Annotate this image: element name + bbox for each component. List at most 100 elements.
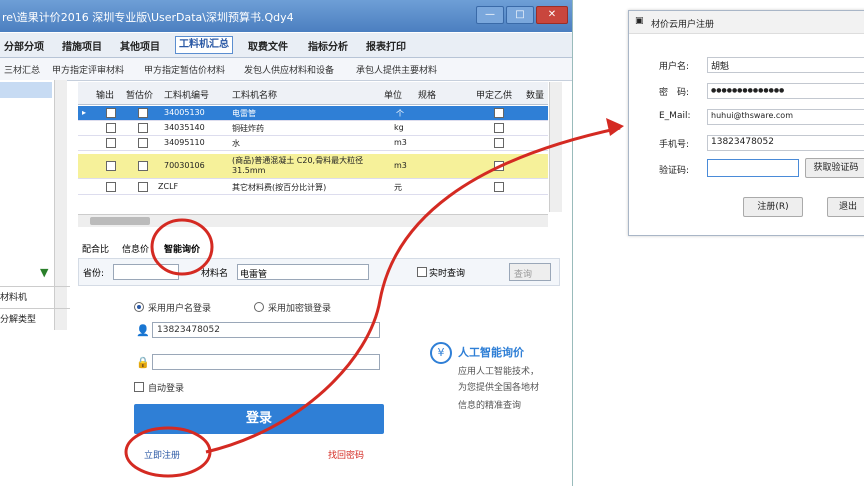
output-checkbox[interactable] (106, 138, 116, 148)
radio-lock-login[interactable] (254, 302, 264, 312)
dialog-password-value: ●●●●●●●●●●●●●● (711, 87, 785, 94)
query-button-label: 查询 (514, 270, 533, 280)
main-window: re\造果计价2016 深圳专业版\UserData\深圳预算书.Qdy4 — … (0, 0, 573, 486)
menu-item-baobiao[interactable]: 报表打印 (366, 38, 406, 53)
dialog-password-input[interactable]: ●●●●●●●●●●●●●● (707, 83, 864, 99)
search-yuan-icon: ¥ (430, 342, 452, 364)
username-value: 13823478052 (157, 325, 220, 335)
col-unit: 单位 (384, 91, 403, 101)
radio-lock-label: 采用加密锁登录 (268, 304, 332, 314)
grid-header: 输出 暂估价 工料机编号 工料机名称 单位 规格 甲定乙供 数量 (78, 82, 548, 105)
estimate-checkbox[interactable] (138, 182, 148, 192)
tab-peihebi[interactable]: 配合比 (82, 242, 109, 255)
tab-xinxijia[interactable]: 信息价 (122, 242, 149, 255)
cell-unit: m3 (394, 161, 407, 170)
register-dialog: ▣ 材价云用户注册 用户名: 胡魁 密 码: ●●●●●●●●●●●●●● E_… (628, 10, 864, 236)
tree-selection (0, 82, 52, 98)
subtab-sancai[interactable]: 三材汇总 (4, 63, 40, 76)
menu-item-qita[interactable]: 其他项目 (120, 38, 160, 53)
col-code: 工料机编号 (164, 91, 210, 101)
cell-name: 其它材料费(按百分比计算) (232, 183, 327, 192)
left-bottom-panel: ▼ 材料机 分解类型 (0, 262, 70, 342)
jiading-checkbox[interactable] (494, 138, 504, 148)
title-bar: re\造果计价2016 深圳专业版\UserData\深圳预算书.Qdy4 — … (0, 0, 572, 32)
password-input[interactable] (152, 354, 380, 370)
register-link[interactable]: 立即注册 (144, 448, 180, 461)
radio-username-login[interactable] (134, 302, 144, 312)
forgot-password-link[interactable]: 找回密码 (328, 448, 364, 461)
auto-login-label: 自动登录 (148, 384, 185, 394)
table-row[interactable]: 34035140 铜硅炸药 kg (78, 121, 548, 136)
province-label: 省份: (83, 269, 105, 279)
dialog-email-input[interactable]: huhui@thsware.com (707, 109, 864, 125)
table-row[interactable]: 70030106 (商品)普通混凝土 C20,骨料最大粒径31.5mm m3 (78, 154, 548, 179)
estimate-checkbox[interactable] (138, 161, 148, 171)
province-select[interactable] (113, 264, 179, 280)
get-code-button[interactable]: 获取验证码 (805, 158, 864, 178)
cell-unit: 元 (394, 183, 402, 192)
cell-name: 铜硅炸药 (232, 124, 264, 133)
menu-item-qufei[interactable]: 取费文件 (248, 38, 288, 53)
subtab-fabaoren[interactable]: 发包人供应材料和设备 (244, 63, 334, 76)
jiading-checkbox[interactable] (494, 161, 504, 171)
scroll-thumb[interactable] (90, 217, 150, 225)
grid-horizontal-scrollbar[interactable] (78, 214, 548, 227)
jiading-checkbox[interactable] (494, 182, 504, 192)
cell-code: 34005130 (164, 108, 205, 117)
username-input[interactable]: 13823478052 (152, 322, 380, 338)
estimate-checkbox[interactable] (138, 123, 148, 133)
estimate-checkbox[interactable] (138, 138, 148, 148)
subtab-zangu[interactable]: 甲方指定暂估价材料 (144, 63, 225, 76)
realtime-checkbox[interactable] (417, 267, 427, 277)
menu-item-cuoshi[interactable]: 措施项目 (62, 38, 102, 53)
dialog-title-bar: ▣ 材价云用户注册 (629, 11, 864, 34)
subtab-pingshen[interactable]: 甲方指定评审材料 (52, 63, 124, 76)
material-grid: 输出 暂估价 工料机编号 工料机名称 单位 规格 甲定乙供 数量 ▸ 34005… (78, 82, 548, 208)
cell-unit: 个 (396, 109, 404, 118)
search-row: 省份: 材料名 电雷管 实时查询 查询 (78, 258, 560, 286)
subtab-chengbaoren[interactable]: 承包人提供主要材料 (356, 63, 437, 76)
query-button[interactable]: 查询 (509, 263, 551, 281)
table-row[interactable]: ZCLF 其它材料费(按百分比计算) 元 (78, 180, 548, 195)
menu-item-gongliaoji[interactable]: 工料机汇总 (175, 36, 233, 54)
login-button[interactable]: 登录 (134, 404, 384, 434)
auto-login-checkbox[interactable] (134, 382, 144, 392)
material-input[interactable]: 电雷管 (237, 264, 369, 280)
table-row[interactable]: 34095110 水 m3 (78, 136, 548, 151)
close-button[interactable]: ✕ (536, 6, 568, 24)
exit-button[interactable]: 退出 (827, 197, 864, 217)
dialog-username-value: 胡魁 (711, 62, 730, 72)
dialog-phone-input[interactable]: 13823478052 (707, 135, 864, 151)
left-item-cailiao[interactable]: 材料机 (0, 286, 70, 303)
estimate-checkbox[interactable] (138, 108, 148, 118)
minimize-button[interactable]: — (476, 6, 504, 24)
register-button[interactable]: 注册(R) (743, 197, 803, 217)
cell-name: 水 (232, 139, 240, 148)
jiading-checkbox[interactable] (494, 108, 504, 118)
menu-item-zhibiao[interactable]: 指标分析 (308, 38, 348, 53)
maximize-button[interactable]: □ (506, 6, 534, 24)
menu-bar: 分部分项 措施项目 其他项目 工料机汇总 取费文件 指标分析 报表打印 (0, 33, 572, 58)
dialog-email-value: huhui@thsware.com (711, 111, 793, 120)
output-checkbox[interactable] (106, 182, 116, 192)
sub-tabs: 三材汇总 甲方指定评审材料 甲方指定暂估价材料 发包人供应材料和设备 承包人提供… (0, 58, 572, 81)
dialog-code-input[interactable] (707, 159, 799, 177)
output-checkbox[interactable] (106, 108, 116, 118)
radio-username-label: 采用用户名登录 (148, 304, 212, 314)
dialog-username-input[interactable]: 胡魁 (707, 57, 864, 73)
output-checkbox[interactable] (106, 123, 116, 133)
table-row[interactable]: ▸ 34005130 电雷管 个 (78, 106, 548, 121)
grid-vertical-scrollbar[interactable] (549, 82, 562, 212)
material-label: 材料名 (201, 269, 229, 279)
filter-icon[interactable]: ▼ (40, 266, 48, 279)
lock-icon: 🔒 (136, 356, 150, 369)
left-item-fenjie[interactable]: 分解类型 (0, 308, 70, 325)
ai-desc-2: 为您提供全国各地材 (458, 383, 540, 393)
field-label-username: 用户名: (659, 62, 690, 72)
tab-zhineng-xunjia[interactable]: 智能询价 (164, 242, 200, 255)
output-checkbox[interactable] (106, 161, 116, 171)
jiading-checkbox[interactable] (494, 123, 504, 133)
col-name: 工料机名称 (232, 91, 278, 101)
menu-item-fenbu[interactable]: 分部分项 (4, 38, 44, 53)
ai-desc-1: 应用人工智能技术， (458, 367, 540, 377)
